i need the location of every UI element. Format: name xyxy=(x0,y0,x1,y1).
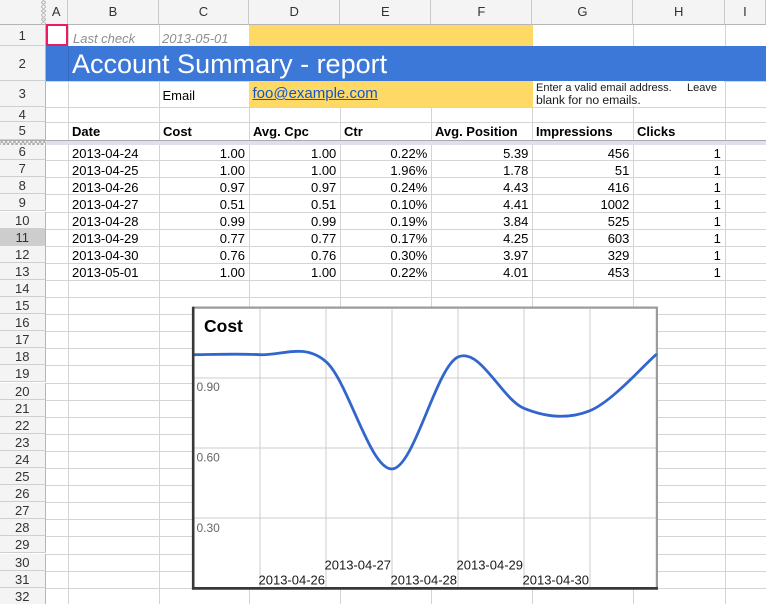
svg-text:2013-04-30: 2013-04-30 xyxy=(523,573,590,588)
svg-text:Cost: Cost xyxy=(204,316,243,336)
svg-text:0.60: 0.60 xyxy=(197,451,221,465)
svg-text:2013-04-26: 2013-04-26 xyxy=(259,573,326,588)
svg-text:2013-04-28: 2013-04-28 xyxy=(391,573,458,588)
svg-text:0.90: 0.90 xyxy=(197,380,221,394)
svg-text:0.30: 0.30 xyxy=(197,521,221,535)
svg-text:2013-04-29: 2013-04-29 xyxy=(457,558,524,573)
svg-text:2013-04-27: 2013-04-27 xyxy=(325,558,392,573)
